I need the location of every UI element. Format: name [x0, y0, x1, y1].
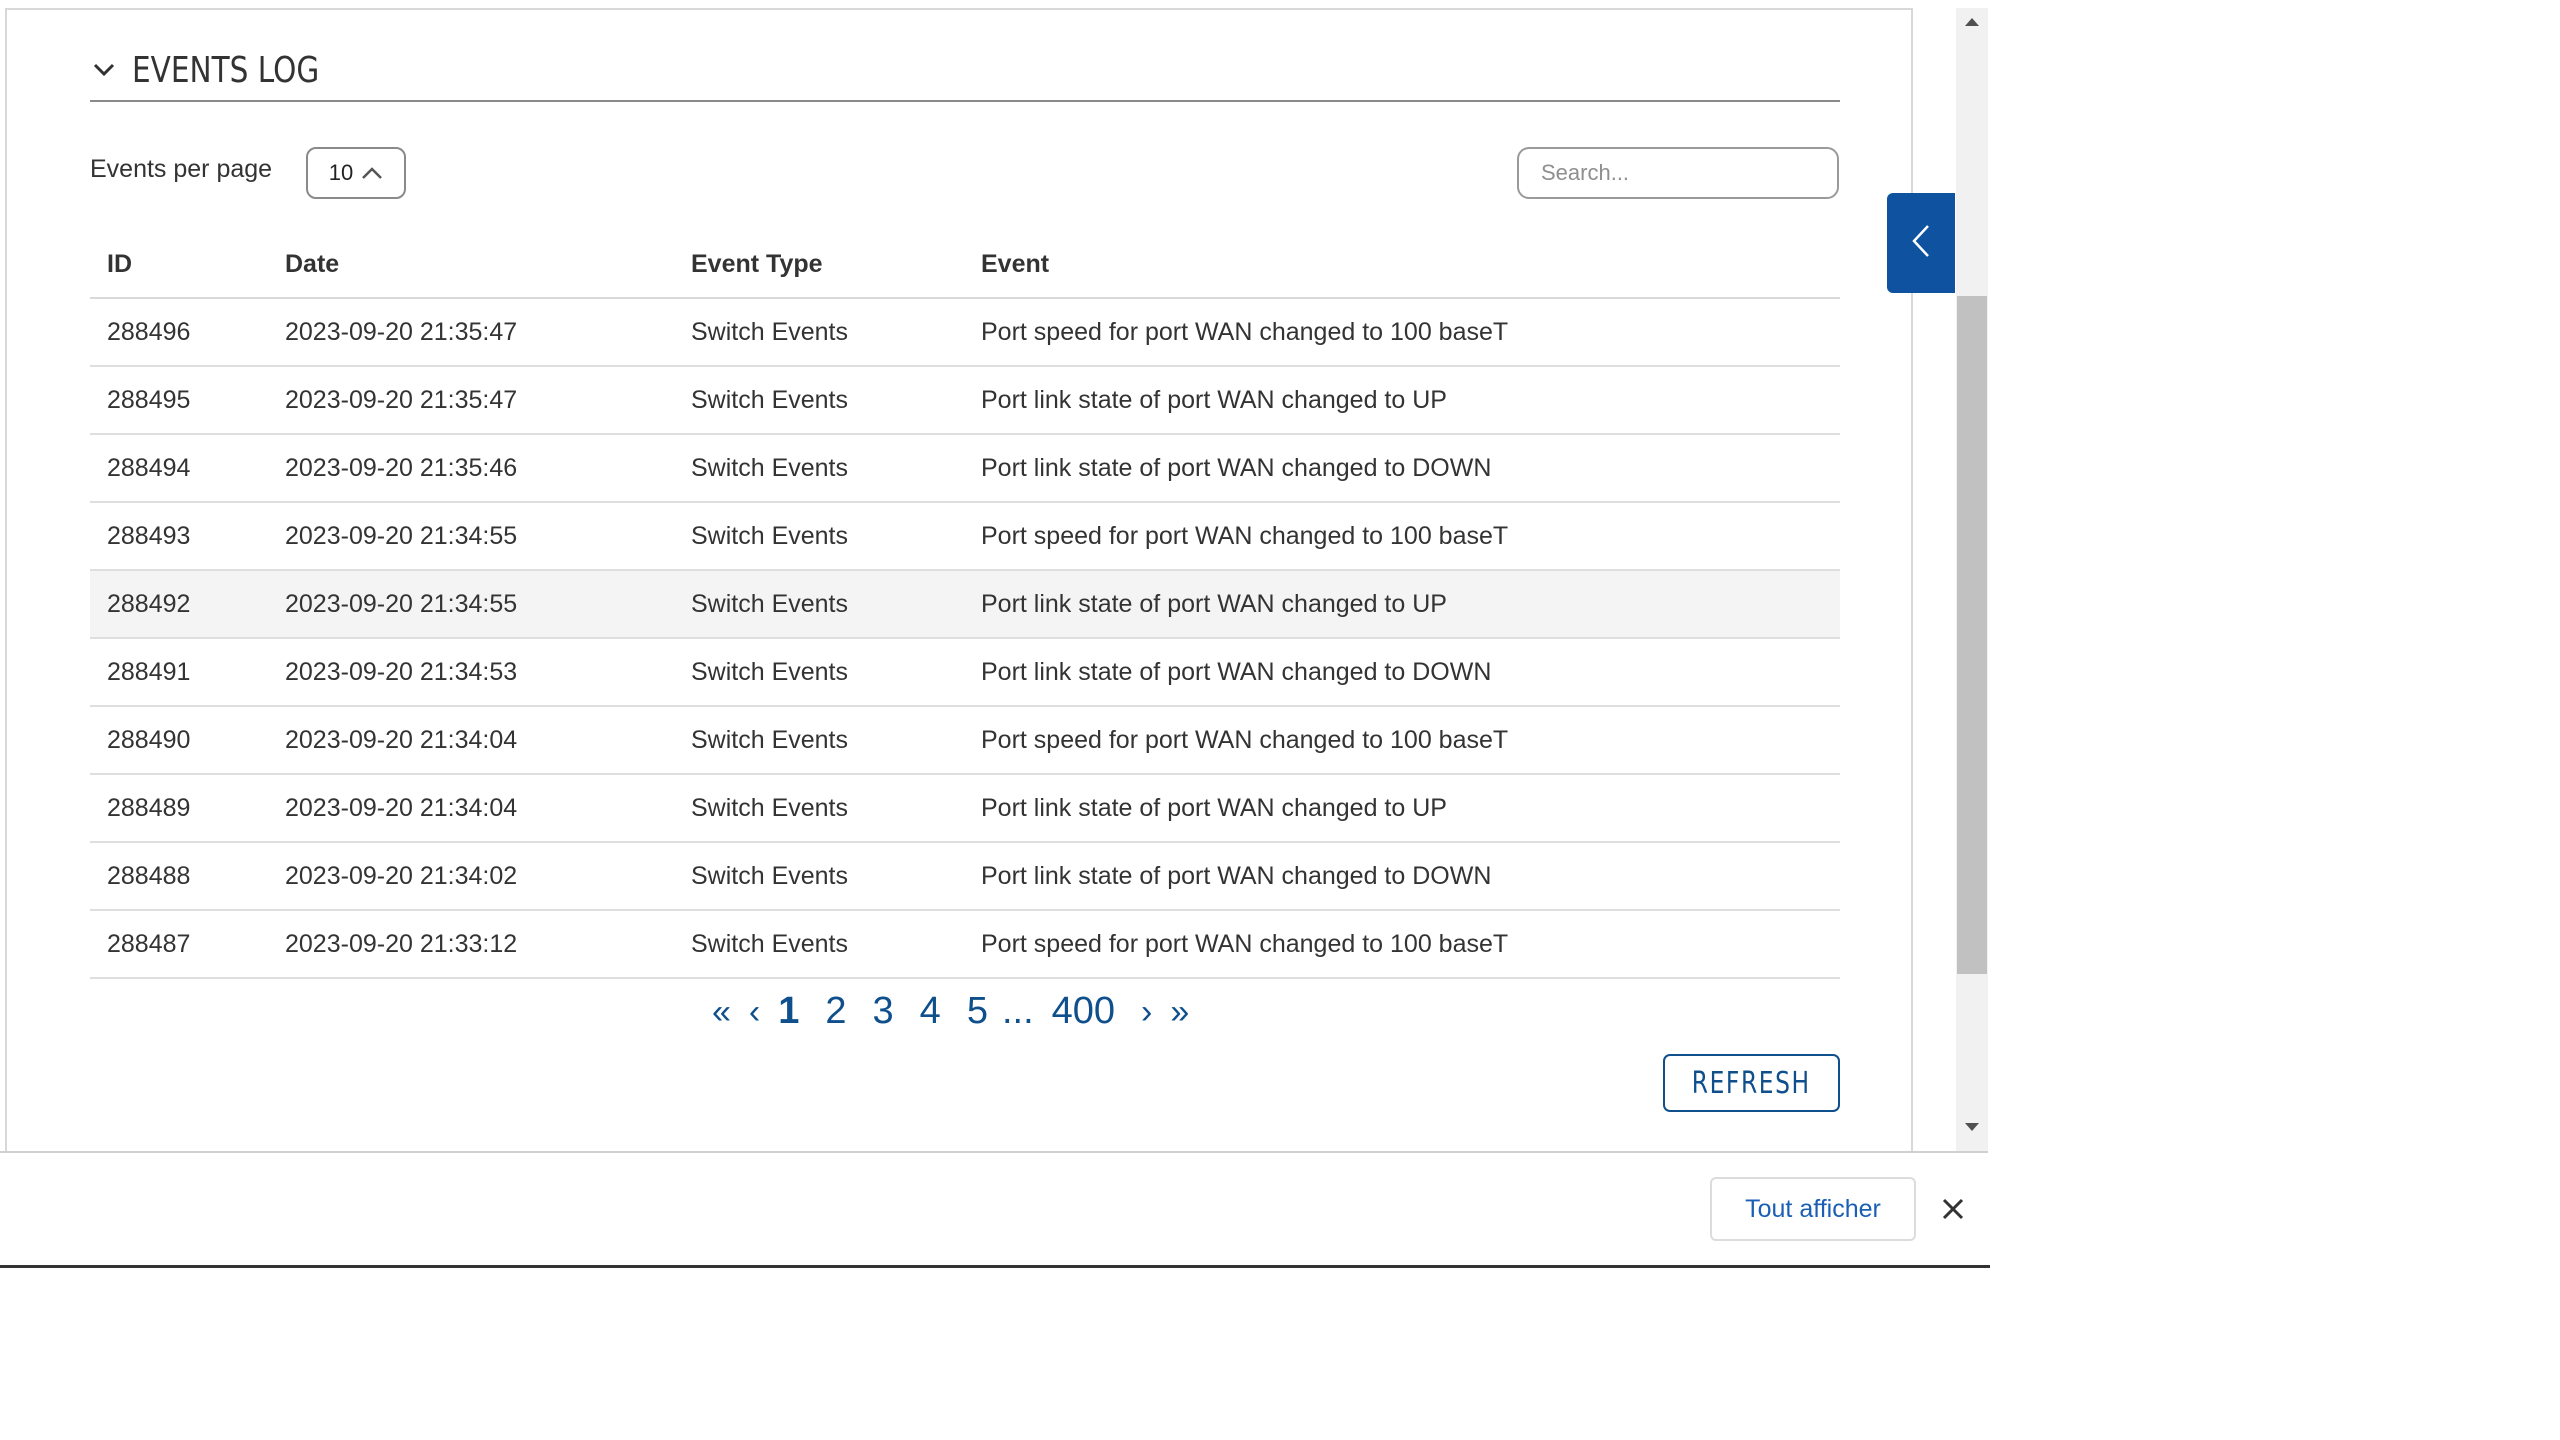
chevron-left-icon [1911, 224, 1931, 263]
table-row[interactable]: 288487 2023-09-20 21:33:12 Switch Events Po… [90, 910, 1840, 979]
cell-date: 2023-09-20 21:35:47 [268, 298, 674, 367]
bottom-notification-bar: Tout afficher [0, 1153, 1990, 1268]
pagination-page-4[interactable]: 4 [920, 990, 941, 1033]
cell-date: 2023-09-20 21:34:04 [268, 706, 674, 775]
column-header-id[interactable]: ID [90, 232, 268, 299]
scroll-down-arrow-icon[interactable] [1956, 1121, 1988, 1145]
cell-event: Port speed for port WAN changed to 100 b… [964, 910, 1840, 979]
cell-id: 288494 [90, 434, 268, 503]
pagination-ellipsis: ... [1001, 990, 1034, 1032]
pagination-last[interactable]: » [1170, 993, 1189, 1032]
scrollbar[interactable] [1956, 8, 1988, 1153]
cell-date: 2023-09-20 21:34:04 [268, 774, 674, 843]
pagination-page-3[interactable]: 3 [873, 990, 894, 1033]
cell-date: 2023-09-20 21:35:47 [268, 366, 674, 435]
pagination-page-5[interactable]: 5 [967, 990, 988, 1033]
pagination-prev[interactable]: ‹ [749, 993, 760, 1032]
cell-event: Port link state of port WAN changed to D… [964, 842, 1840, 911]
cell-event-type: Switch Events [674, 842, 964, 911]
table-row[interactable]: 288495 2023-09-20 21:35:47 Switch Events Po… [90, 366, 1840, 435]
scrollbar-thumb[interactable] [1957, 296, 1987, 974]
events-log-panel: EVENTS LOG Events per page 10 ID Date Ev… [5, 8, 1913, 1153]
cell-date: 2023-09-20 21:34:55 [268, 570, 674, 639]
table-row[interactable]: 288490 2023-09-20 21:34:04 Switch Events Po… [90, 706, 1840, 775]
cell-event-type: Switch Events [674, 298, 964, 367]
cell-id: 288488 [90, 842, 268, 911]
cell-event: Port speed for port WAN changed to 100 b… [964, 298, 1840, 367]
cell-event: Port link state of port WAN changed to D… [964, 638, 1840, 707]
cell-event: Port link state of port WAN changed to U… [964, 570, 1840, 639]
events-per-page-label: Events per page [90, 155, 273, 183]
cell-date: 2023-09-20 21:35:46 [268, 434, 674, 503]
cell-date: 2023-09-20 21:33:12 [268, 910, 674, 979]
cell-id: 288489 [90, 774, 268, 843]
cell-id: 288491 [90, 638, 268, 707]
cell-event: Port speed for port WAN changed to 100 b… [964, 706, 1840, 775]
cell-event-type: Switch Events [674, 366, 964, 435]
cell-event-type: Switch Events [674, 706, 964, 775]
table-body: 288496 2023-09-20 21:35:47 Switch Events Po… [90, 298, 1840, 979]
refresh-button[interactable]: REFRESH [1663, 1054, 1840, 1112]
pagination-last-page[interactable]: 400 [1052, 990, 1115, 1033]
column-header-date[interactable]: Date [268, 232, 674, 299]
search-input[interactable] [1517, 147, 1839, 199]
cell-event-type: Switch Events [674, 910, 964, 979]
table-row[interactable]: 288494 2023-09-20 21:35:46 Switch Events Po… [90, 434, 1840, 503]
pagination-page-2[interactable]: 2 [825, 990, 846, 1033]
section-header[interactable]: EVENTS LOG [90, 40, 1840, 102]
cell-date: 2023-09-20 21:34:53 [268, 638, 674, 707]
table-row[interactable]: 288493 2023-09-20 21:34:55 Switch Events Po… [90, 502, 1840, 571]
table-row[interactable]: 288496 2023-09-20 21:35:47 Switch Events Po… [90, 298, 1840, 367]
pagination-first[interactable]: « [712, 993, 731, 1032]
cell-event-type: Switch Events [674, 570, 964, 639]
cell-id: 288490 [90, 706, 268, 775]
cell-event-type: Switch Events [674, 638, 964, 707]
pagination: « ‹ 1 2 3 4 5 ... 400 › » [712, 990, 1207, 1033]
cell-date: 2023-09-20 21:34:55 [268, 502, 674, 571]
cell-id: 288496 [90, 298, 268, 367]
cell-event-type: Switch Events [674, 774, 964, 843]
scroll-up-arrow-icon[interactable] [1956, 16, 1988, 40]
refresh-button-label: REFRESH [1692, 1065, 1811, 1101]
events-per-page-select[interactable]: 10 [306, 147, 406, 199]
events-table: ID Date Event Type Event 288496 2023-09-2… [90, 232, 1840, 979]
show-all-button[interactable]: Tout afficher [1710, 1177, 1916, 1241]
table-row[interactable]: 288492 2023-09-20 21:34:55 Switch Events Po… [90, 570, 1840, 639]
cell-event: Port link state of port WAN changed to D… [964, 434, 1840, 503]
close-icon[interactable] [1935, 1191, 1971, 1227]
sidebar-collapse-tab[interactable] [1887, 193, 1955, 293]
events-per-page-value: 10 [328, 160, 354, 185]
cell-event: Port link state of port WAN changed to U… [964, 774, 1840, 843]
cell-event-type: Switch Events [674, 434, 964, 503]
table-row[interactable]: 288491 2023-09-20 21:34:53 Switch Events Po… [90, 638, 1840, 707]
cell-event-type: Switch Events [674, 502, 964, 571]
cell-event: Port speed for port WAN changed to 100 b… [964, 502, 1840, 571]
chevron-down-icon[interactable] [90, 56, 118, 84]
pagination-page-1[interactable]: 1 [778, 990, 799, 1033]
cell-date: 2023-09-20 21:34:02 [268, 842, 674, 911]
chevron-up-icon [361, 160, 383, 186]
cell-event: Port link state of port WAN changed to U… [964, 366, 1840, 435]
cell-id: 288493 [90, 502, 268, 571]
cell-id: 288495 [90, 366, 268, 435]
table-row[interactable]: 288489 2023-09-20 21:34:04 Switch Events Po… [90, 774, 1840, 843]
table-header-row: ID Date Event Type Event [90, 232, 1840, 299]
column-header-event-type[interactable]: Event Type [674, 232, 964, 299]
pagination-next[interactable]: › [1141, 993, 1152, 1032]
cell-id: 288492 [90, 570, 268, 639]
cell-id: 288487 [90, 910, 268, 979]
page: EVENTS LOG Events per page 10 ID Date Ev… [0, 0, 2560, 1440]
column-header-event[interactable]: Event [964, 232, 1840, 299]
section-title: EVENTS LOG [132, 49, 320, 91]
table-row[interactable]: 288488 2023-09-20 21:34:02 Switch Events Po… [90, 842, 1840, 911]
